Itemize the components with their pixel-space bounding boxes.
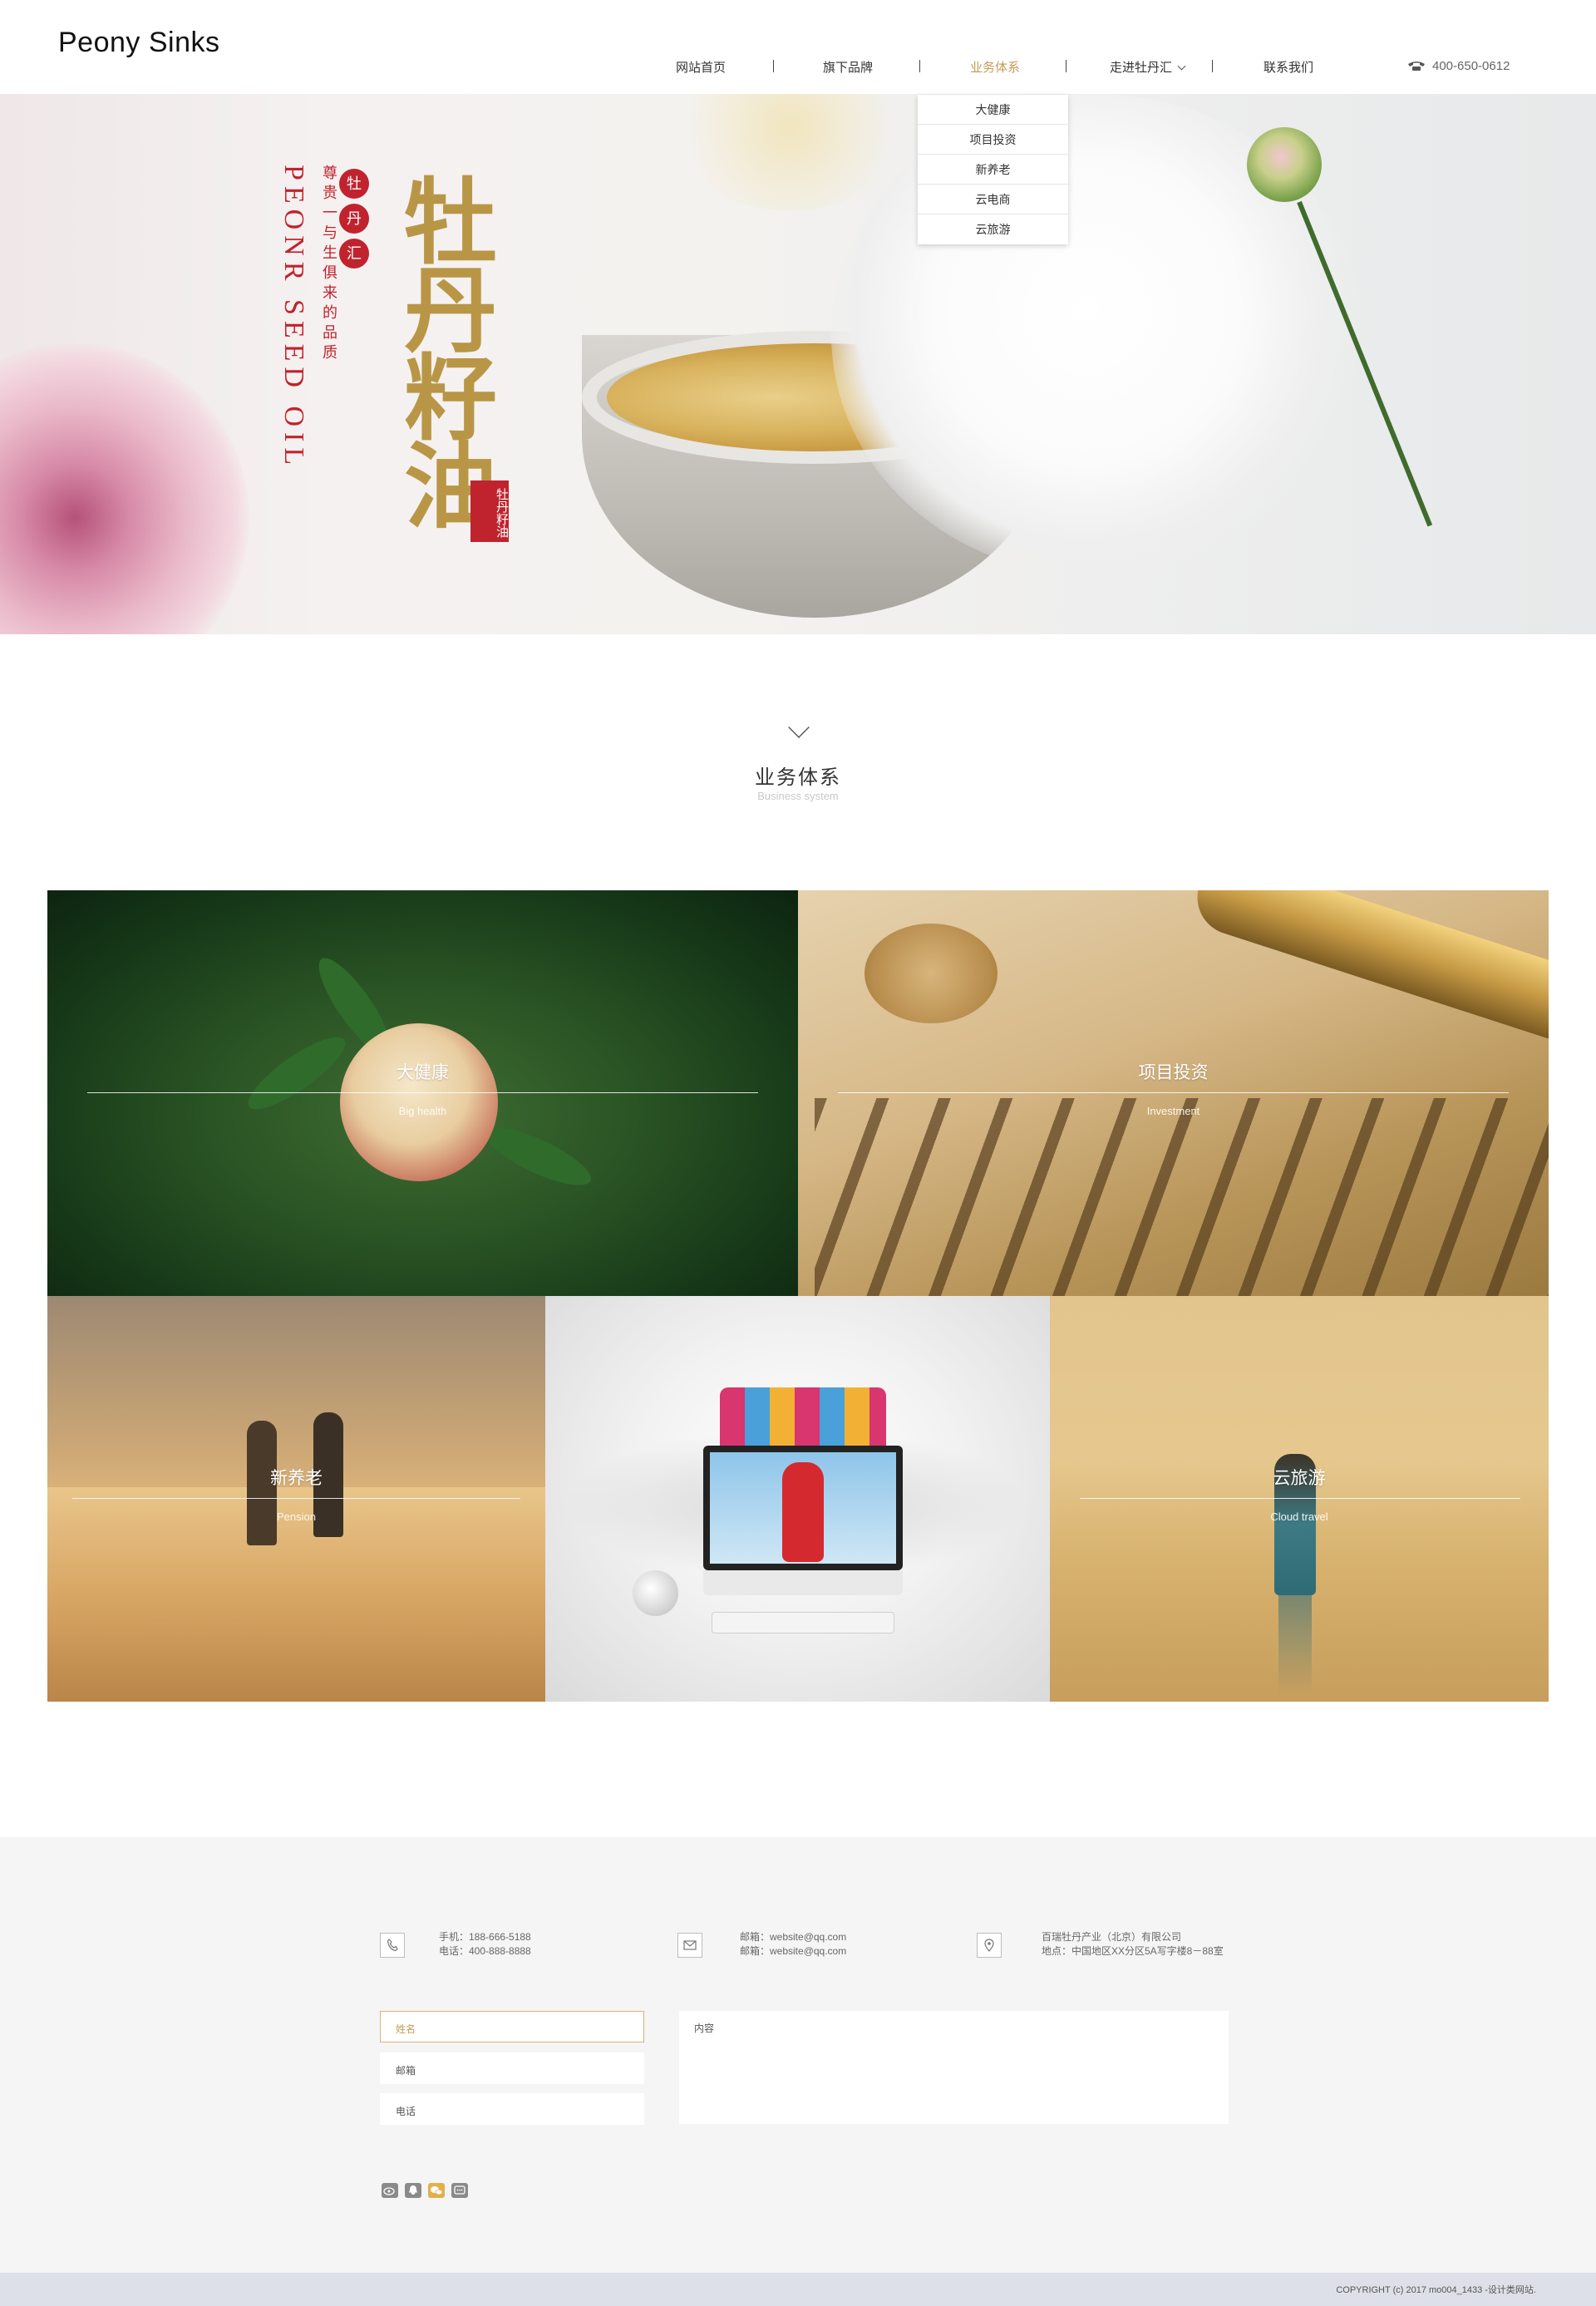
monitor-stand	[703, 1570, 903, 1595]
wechat-icon[interactable]	[428, 2183, 445, 2198]
tile-divider	[838, 1092, 1509, 1093]
contact-telephone: 电话：400-888-8888	[439, 1945, 531, 1957]
tile-sublabel: Investment	[1146, 1105, 1200, 1117]
nav-about-label: 走进牡丹汇	[1110, 61, 1173, 75]
location-pin-icon	[977, 1933, 1002, 1958]
coin-image	[864, 924, 998, 1023]
email-input[interactable]: 邮箱	[380, 2052, 644, 2084]
phone-icon	[380, 1933, 405, 1958]
peony-bud-image	[1247, 127, 1322, 202]
weibo-icon[interactable]	[382, 2183, 398, 2198]
tile-sublabel: Big health	[398, 1105, 447, 1117]
dropdown-item-ecommerce[interactable]: 云电商	[918, 185, 1068, 214]
header-phone: 400-650-0612	[1407, 58, 1510, 73]
telephone-icon	[1408, 62, 1425, 71]
tile-label: 新养老	[270, 1469, 323, 1488]
contact-email-line: 邮箱：website@qq.com	[740, 1945, 847, 1957]
nav-divider	[773, 60, 774, 72]
content-textarea[interactable]: 内容	[679, 2011, 1229, 2124]
banner-tagline: 尊贵一与生俱来的品质	[321, 165, 337, 364]
contact-address: 百瑞牡丹产业（北京）有限公司 地点：中国地区XX分区5A写字楼8－88室	[1042, 1930, 1224, 1959]
brand-badge: 牡 丹 汇	[339, 169, 372, 273]
banner-english-title: PEONR SEED OIL	[278, 165, 309, 471]
section-title: 业务体系	[755, 766, 841, 789]
dropdown-item-health[interactable]: 大健康	[918, 95, 1068, 125]
chevron-down-icon	[788, 717, 810, 738]
phone-number: 400-650-0612	[1432, 59, 1510, 73]
leaf-shape	[478, 1116, 598, 1196]
pink-peony-image	[0, 343, 249, 634]
peony-bud-image	[340, 1023, 498, 1181]
banner-calligraphy-title: 牡丹籽油	[388, 173, 497, 525]
nav-brands[interactable]: 旗下品牌	[823, 58, 873, 76]
mail-icon	[677, 1933, 702, 1958]
gift-boxes-image	[720, 1387, 886, 1446]
brand-badge-char: 汇	[339, 239, 369, 269]
tile-divider	[72, 1498, 520, 1499]
tile-sublabel: Pension	[277, 1510, 316, 1523]
page: Peony Sinks 网站首页 旗下品牌 业务体系 走进牡丹汇 联系我们 40…	[0, 0, 1596, 2306]
section-subtitle: Business system	[757, 790, 839, 802]
nav-divider	[919, 60, 920, 72]
nav-business[interactable]: 业务体系	[970, 58, 1020, 76]
nav-about[interactable]: 走进牡丹汇	[1110, 58, 1186, 76]
site-logo[interactable]: Peony Sinks	[58, 27, 220, 59]
contact-phone: 手机：188-666-5188 电话：400-888-8888	[439, 1930, 531, 1959]
dropdown-item-pension[interactable]: 新养老	[918, 155, 1068, 185]
woman-image	[782, 1462, 824, 1562]
tile-label: 云旅游	[1273, 1469, 1326, 1488]
qq-icon[interactable]	[405, 2183, 421, 2198]
chevron-down-icon	[1177, 62, 1186, 71]
company-name: 百瑞牡丹产业（北京）有限公司	[1042, 1931, 1182, 1943]
nav-home[interactable]: 网站首页	[676, 58, 726, 76]
brand-badge-char: 丹	[339, 204, 369, 234]
globe-image	[633, 1570, 678, 1616]
copyright-text: COPYRIGHT (c) 2017 mo004_1433 -设计类网站.	[1336, 2285, 1536, 2295]
tile-investment[interactable]: 项目投资 Investment	[798, 890, 1549, 1296]
banner-glow	[665, 94, 914, 210]
abacus-image	[815, 1098, 1549, 1296]
tile-divider	[1080, 1498, 1520, 1499]
dropdown-item-travel[interactable]: 云旅游	[918, 214, 1068, 244]
contact-email: 邮箱：website@qq.com 邮箱：website@qq.com	[740, 1930, 846, 1959]
phone-input[interactable]: 电话	[380, 2093, 644, 2125]
copyright-bar: COPYRIGHT (c) 2017 mo004_1433 -设计类网站.	[0, 2273, 1596, 2306]
contact-email-line: 邮箱：website@qq.com	[740, 1931, 847, 1943]
red-seal-stamp: 牡丹籽油	[470, 480, 509, 542]
contact-mobile: 手机：188-666-5188	[439, 1931, 531, 1943]
tile-divider	[87, 1092, 758, 1093]
pen-image	[1187, 890, 1549, 1056]
tile-cloud-travel[interactable]: 云旅游 Cloud travel	[1050, 1296, 1549, 1702]
reflection	[1278, 1595, 1312, 1695]
dropdown-item-investment[interactable]: 项目投资	[918, 125, 1068, 155]
message-icon[interactable]	[451, 2183, 468, 2198]
business-dropdown-menu: 大健康 项目投资 新养老 云电商 云旅游	[918, 95, 1068, 244]
company-address: 地点：中国地区XX分区5A写字楼8－88室	[1042, 1945, 1224, 1957]
keyboard-image	[712, 1612, 894, 1633]
header: Peony Sinks 网站首页 旗下品牌 业务体系 走进牡丹汇 联系我们 40…	[0, 0, 1596, 94]
nav-contact[interactable]: 联系我们	[1264, 58, 1313, 76]
nav-divider	[1212, 60, 1213, 72]
hero-banner: PEONR SEED OIL 尊贵一与生俱来的品质 牡 丹 汇 牡丹籽油 牡丹籽…	[0, 94, 1596, 634]
tile-label: 项目投资	[1138, 1063, 1209, 1082]
tile-big-health[interactable]: 大健康 Big health	[47, 890, 798, 1296]
tile-sublabel: Cloud travel	[1270, 1510, 1328, 1523]
brand-badge-char: 牡	[339, 169, 369, 199]
tile-label: 大健康	[397, 1063, 449, 1082]
name-input[interactable]: 姓名	[380, 2011, 644, 2042]
tile-ecommerce[interactable]	[545, 1296, 1050, 1702]
tile-pension[interactable]: 新养老 Pension	[47, 1296, 545, 1702]
